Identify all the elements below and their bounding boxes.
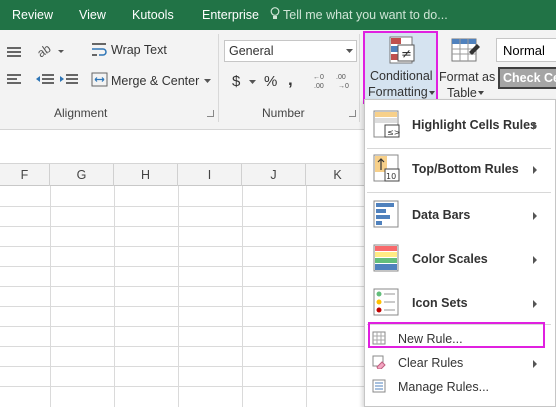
svg-text:ab: ab	[36, 42, 54, 58]
menu-item-label: Icon Sets	[412, 296, 468, 310]
menu-item-label: Data Bars	[412, 208, 471, 222]
tab-view[interactable]: View	[79, 8, 106, 22]
number-dialog-launcher[interactable]	[349, 110, 356, 117]
currency-button[interactable]: $	[232, 73, 240, 90]
cell-style-normal-label: Normal	[503, 43, 545, 58]
eraser-icon	[372, 355, 386, 369]
number-group-label: Number	[262, 106, 305, 120]
format-as-table-label-1: Format as	[439, 70, 496, 84]
column-header-g[interactable]: G	[50, 164, 114, 186]
grid-column-line	[114, 186, 115, 407]
chevron-down-icon[interactable]	[346, 49, 354, 55]
chevron-down-icon	[478, 91, 484, 95]
top-bottom-rules-icon: 10	[373, 154, 400, 182]
cell-style-check-cell[interactable]: Check Ce	[498, 67, 556, 89]
orientation-icon[interactable]: ab	[36, 42, 66, 58]
svg-text:≤>: ≤>	[387, 128, 400, 137]
menu-item-label: Clear Rules	[398, 356, 464, 370]
menu-item-clear-rules[interactable]: Clear Rules	[365, 351, 555, 375]
wrap-text-icon	[92, 43, 107, 56]
svg-text:10: 10	[386, 172, 396, 181]
svg-text:←0: ←0	[313, 74, 324, 81]
menu-item-top-bottom-rules[interactable]: 10 Top/Bottom Rules	[365, 149, 555, 191]
tab-review[interactable]: Review	[12, 8, 53, 22]
submenu-arrow-icon	[533, 166, 537, 174]
tab-kutools[interactable]: Kutools	[132, 8, 174, 22]
merge-center-button[interactable]: Merge & Center	[111, 74, 199, 88]
menu-item-data-bars[interactable]: Data Bars	[365, 193, 555, 237]
group-separator	[218, 34, 219, 122]
column-header-j[interactable]: J	[242, 164, 306, 186]
grid-column-line	[50, 186, 51, 407]
grid-column-line	[242, 186, 243, 407]
icon-sets-icon	[373, 288, 399, 316]
chevron-down-icon[interactable]	[249, 80, 257, 86]
submenu-arrow-icon	[533, 122, 537, 130]
increase-decimal-icon[interactable]: ←0 .00	[313, 72, 333, 90]
chevron-down-icon	[429, 91, 435, 95]
submenu-arrow-icon	[533, 360, 537, 368]
manage-rules-icon	[372, 379, 386, 393]
conditional-formatting-button[interactable]: ≠ Conditional Formatting	[363, 31, 438, 104]
ribbon-tab-bar: Review View Kutools Enterprise Tell me w…	[0, 0, 556, 30]
menu-item-label: Highlight Cells Rules	[412, 118, 538, 132]
column-header-k[interactable]: K	[306, 164, 370, 186]
column-header-h[interactable]: H	[114, 164, 178, 186]
menu-item-label: Color Scales	[412, 252, 488, 266]
highlight-cells-rules-icon: ≤>	[373, 110, 400, 138]
percent-button[interactable]: %	[264, 73, 277, 90]
conditional-formatting-label-1: Conditional	[370, 69, 433, 83]
number-format-dropdown[interactable]: General	[224, 40, 357, 62]
new-rule-highlight-box	[368, 322, 545, 348]
svg-text:.00: .00	[336, 74, 346, 81]
wrap-text-button[interactable]: Wrap Text	[111, 43, 167, 57]
format-as-table-icon	[451, 38, 480, 62]
tell-me-search[interactable]: Tell me what you want to do...	[283, 8, 448, 22]
submenu-arrow-icon	[533, 256, 537, 264]
merge-center-icon	[91, 72, 108, 87]
increase-indent-icon[interactable]	[58, 72, 80, 88]
menu-item-manage-rules[interactable]: Manage Rules...	[365, 375, 555, 399]
menu-item-highlight-cells-rules[interactable]: ≤> Highlight Cells Rules	[365, 104, 555, 146]
cell-style-check-cell-label: Check Ce	[503, 71, 556, 85]
svg-text:≠: ≠	[401, 47, 412, 62]
color-scales-icon	[373, 244, 399, 272]
data-bars-icon	[373, 200, 399, 228]
cell-style-normal[interactable]: Normal	[496, 38, 556, 62]
format-as-table-label-2: Table	[447, 86, 477, 100]
group-separator	[359, 34, 360, 122]
lightbulb-icon	[270, 7, 280, 19]
svg-text:→0: →0	[338, 83, 349, 90]
comma-style-button[interactable]: ,	[288, 70, 293, 90]
menu-item-label: Top/Bottom Rules	[412, 162, 519, 176]
tab-enterprise[interactable]: Enterprise	[202, 8, 259, 22]
grid-column-line	[178, 186, 179, 407]
decrease-decimal-icon[interactable]: .00 →0	[336, 72, 356, 90]
submenu-arrow-icon	[533, 212, 537, 220]
column-header-i[interactable]: I	[178, 164, 242, 186]
align-left-icon[interactable]	[4, 72, 24, 88]
grid-column-line	[306, 186, 307, 407]
svg-text:.00: .00	[314, 83, 324, 90]
alignment-group-label: Alignment	[54, 106, 108, 120]
conditional-formatting-label-2: Formatting	[368, 85, 428, 99]
align-middle-icon[interactable]	[4, 44, 24, 58]
chevron-down-icon[interactable]	[204, 79, 212, 85]
alignment-dialog-launcher[interactable]	[207, 110, 214, 117]
decrease-indent-icon[interactable]	[34, 72, 56, 88]
conditional-formatting-menu: ≤> Highlight Cells Rules 10 Top/Bottom R…	[364, 99, 556, 407]
column-header-f[interactable]: F	[0, 164, 50, 186]
menu-item-color-scales[interactable]: Color Scales	[365, 237, 555, 281]
submenu-arrow-icon	[533, 300, 537, 308]
menu-item-icon-sets[interactable]: Icon Sets	[365, 281, 555, 325]
conditional-formatting-icon: ≠	[389, 36, 415, 64]
number-format-value: General	[229, 44, 274, 58]
menu-item-label: Manage Rules...	[398, 380, 490, 394]
format-as-table-button[interactable]: Format as Table	[439, 32, 495, 104]
